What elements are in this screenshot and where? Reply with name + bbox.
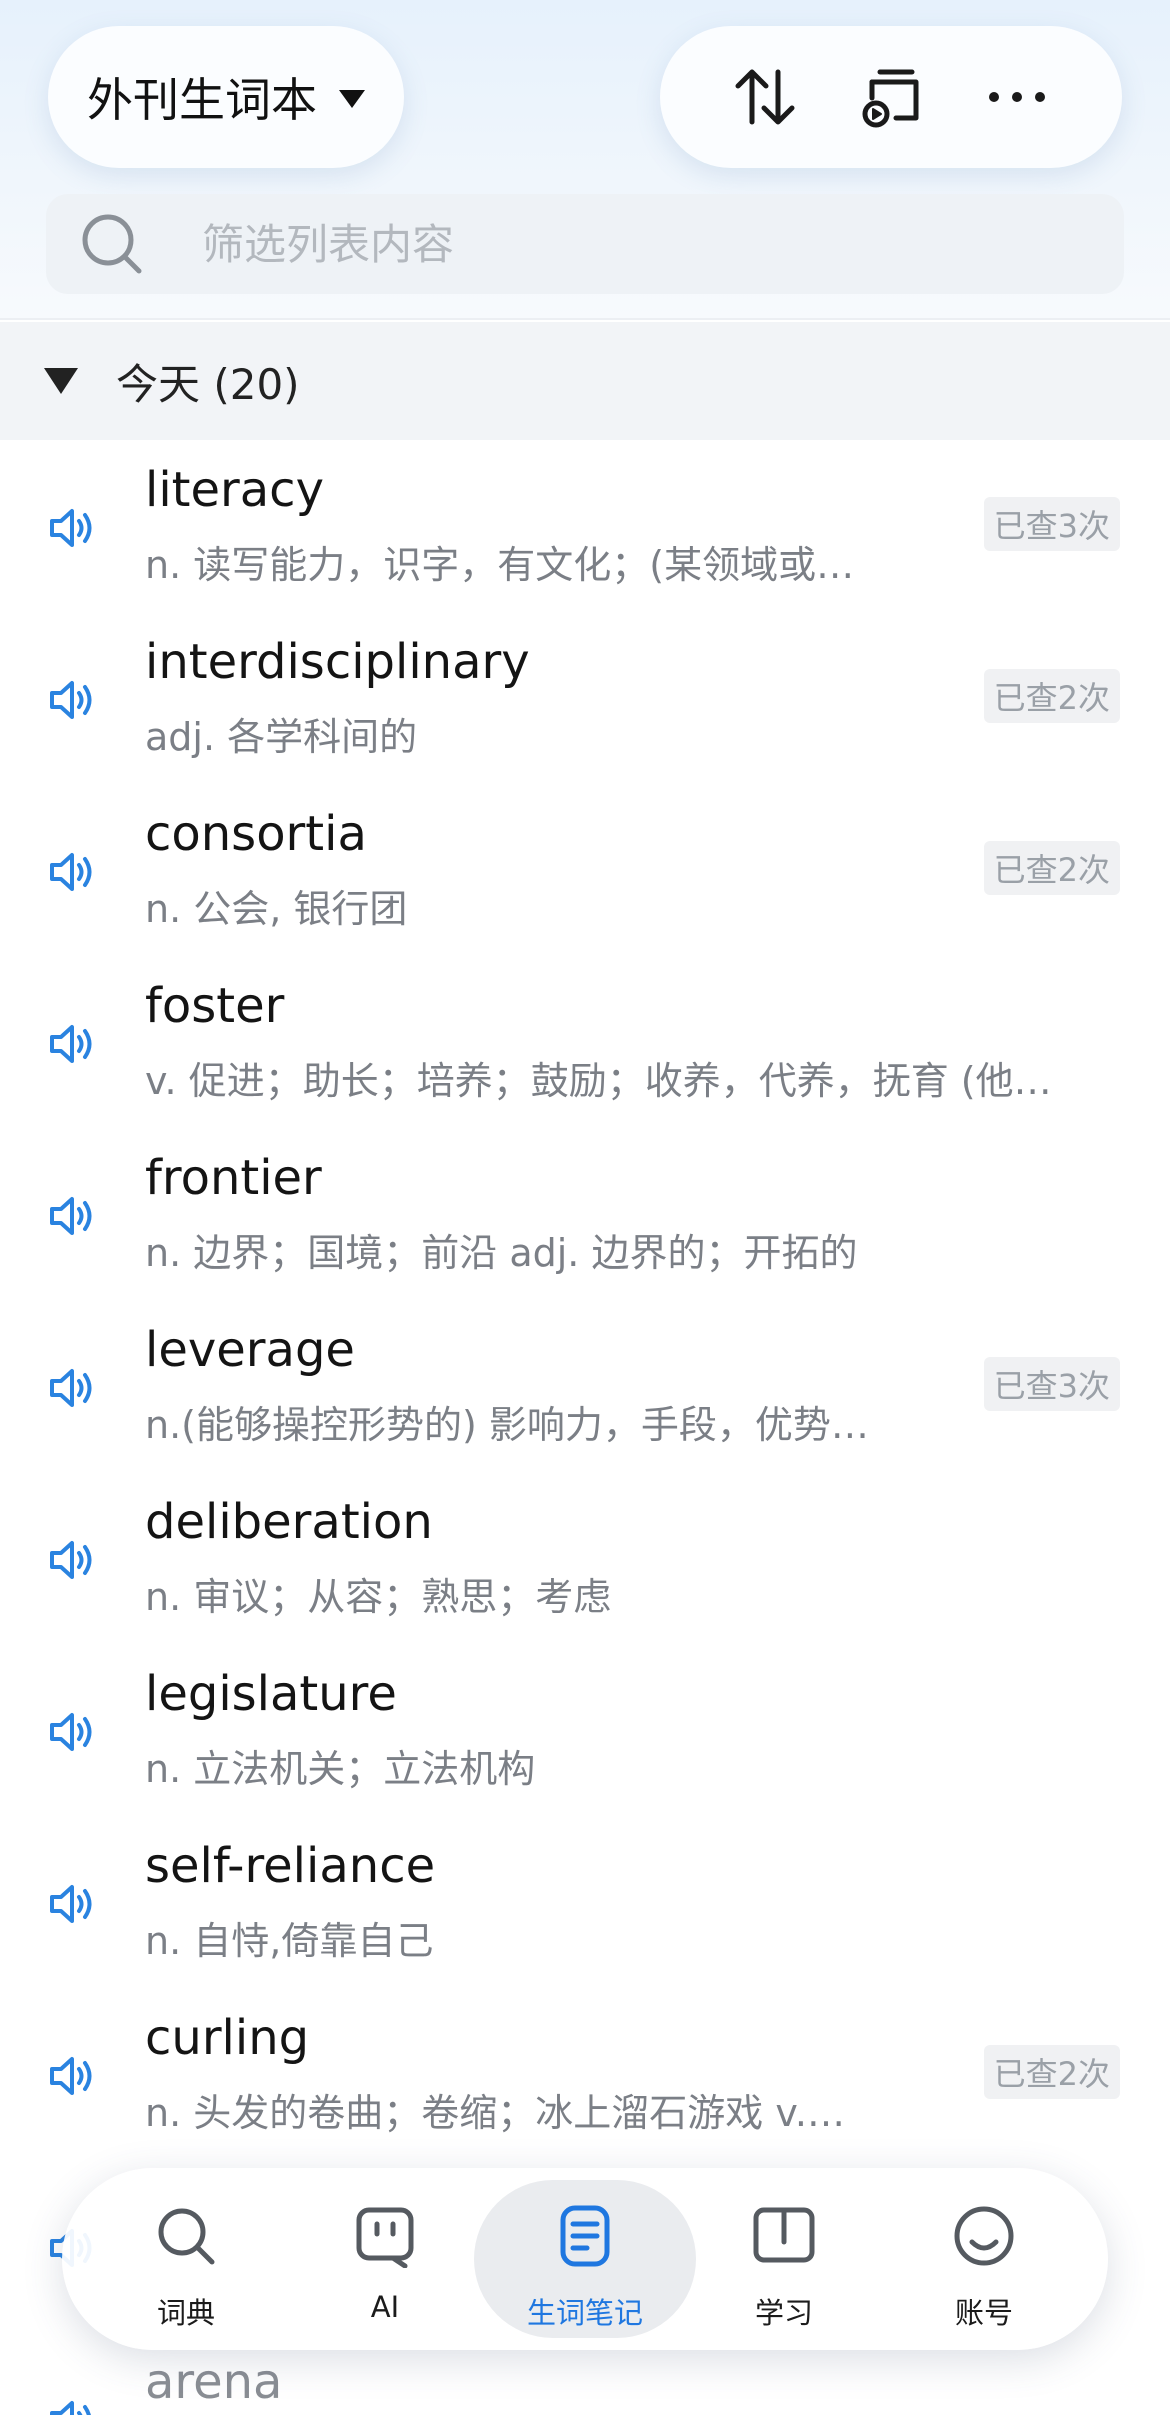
filter-input[interactable] <box>202 219 1102 269</box>
word-definition: n. 自恃,倚靠自己 <box>145 1919 434 1963</box>
word-definition: n. 边界；国境；前沿 adj. 边界的；开拓的 <box>145 1231 858 1275</box>
tab-label: AI <box>370 2290 400 2324</box>
word-row[interactable]: legislature n. 立法机关；立法机构 <box>0 1644 1170 1816</box>
date-group-header[interactable]: 今天 (20) <box>0 322 1170 440</box>
word-row[interactable]: deliberation n. 审议；从容；熟思；考虑 <box>0 1472 1170 1644</box>
word-text: literacy <box>145 462 324 518</box>
sort-button[interactable] <box>730 62 800 132</box>
wordbook-selector[interactable]: 外刊生词本 <box>48 26 404 168</box>
word-list: literacy n. 读写能力，识字，有文化；(某领域或… 已查3次 inte… <box>0 440 1170 2415</box>
bottom-tab-bar: 词典 AI 生词笔记 学习 账号 <box>62 2168 1108 2350</box>
word-definition: n. 头发的卷曲；卷缩；冰上溜石游戏 v.… <box>145 2091 845 2135</box>
speaker-icon[interactable] <box>46 1018 98 1070</box>
word-text: foster <box>145 978 285 1034</box>
search-icon <box>158 2208 215 2265</box>
speaker-icon[interactable] <box>46 846 98 898</box>
flashcard-play-button[interactable] <box>856 62 926 132</box>
word-text: deliberation <box>145 1494 433 1550</box>
word-text: frontier <box>145 1150 322 1206</box>
tab-label: 生词笔记 <box>526 2296 643 2330</box>
caret-down-icon <box>339 90 365 108</box>
tab-study[interactable]: 学习 <box>684 2168 884 2350</box>
lookup-count-badge: 已查2次 <box>983 669 1120 723</box>
word-row[interactable]: foster v. 促进；助长；培养；鼓励；收养，代养，抚育 (他… <box>0 956 1170 1128</box>
collapse-triangle-icon <box>44 368 78 394</box>
word-definition: n.(能够操控形势的) 影响力，手段，优势… <box>145 1403 869 1447</box>
speaker-icon[interactable] <box>46 1706 98 1758</box>
word-text: arena <box>145 2354 283 2410</box>
word-definition: n. 读写能力，识字，有文化；(某领域或… <box>145 543 855 587</box>
word-definition: n. 立法机关；立法机构 <box>145 1747 536 1791</box>
word-text: self-reliance <box>145 1838 436 1894</box>
speaker-icon[interactable] <box>46 502 98 554</box>
speaker-icon[interactable] <box>46 1878 98 1930</box>
search-icon <box>64 196 160 292</box>
speaker-icon[interactable] <box>46 1362 98 1414</box>
lookup-count-badge: 已查2次 <box>983 2045 1120 2099</box>
speaker-icon[interactable] <box>46 2050 98 2102</box>
speaker-icon[interactable] <box>46 1534 98 1586</box>
tab-wordnotes[interactable]: 生词笔记 <box>485 2168 685 2350</box>
tab-label: 账号 <box>954 2296 1013 2330</box>
word-definition: n. 审议；从容；熟思；考虑 <box>145 1575 612 1619</box>
word-text: interdisciplinary <box>145 634 530 690</box>
word-row[interactable]: literacy n. 读写能力，识字，有文化；(某领域或… 已查3次 <box>0 440 1170 612</box>
tab-account[interactable]: 账号 <box>884 2168 1084 2350</box>
word-row[interactable]: self-reliance n. 自恃,倚靠自己 <box>0 1816 1170 1988</box>
tab-dictionary[interactable]: 词典 <box>86 2168 286 2350</box>
speaker-icon[interactable] <box>46 1190 98 1242</box>
word-definition: n. 公会, 银行团 <box>145 887 408 931</box>
word-text: consortia <box>145 806 367 862</box>
word-row[interactable]: leverage n.(能够操控形势的) 影响力，手段，优势… 已查3次 <box>0 1300 1170 1472</box>
word-row[interactable]: frontier n. 边界；国境；前沿 adj. 边界的；开拓的 <box>0 1128 1170 1300</box>
speaker-icon[interactable] <box>46 2394 98 2415</box>
lookup-count-badge: 已查2次 <box>983 841 1120 895</box>
word-text: leverage <box>145 1322 355 1378</box>
word-definition: adj. 各学科间的 <box>145 715 418 759</box>
speaker-icon[interactable] <box>46 674 98 726</box>
lookup-count-badge: 已查3次 <box>983 497 1120 551</box>
smiley-icon <box>954 2206 1014 2266</box>
group-label: 今天 (20) <box>116 359 300 409</box>
word-row[interactable]: consortia n. 公会, 银行团 已查2次 <box>0 784 1170 956</box>
card-play-icon <box>862 69 919 128</box>
word-text: curling <box>145 2010 310 2066</box>
word-row[interactable]: curling n. 头发的卷曲；卷缩；冰上溜石游戏 v.… 已查2次 <box>0 1988 1170 2160</box>
action-group <box>660 26 1122 168</box>
filter-search-bar[interactable] <box>46 194 1124 294</box>
lookup-count-badge: 已查3次 <box>983 1357 1120 1411</box>
notebook-icon <box>560 2205 610 2267</box>
sort-arrows-icon <box>735 69 795 125</box>
tab-label: 词典 <box>156 2296 215 2330</box>
app-screen: 外刊生词本 筛选列表内容 今天 (20) literacy n. 读写能力，识字… <box>0 0 1170 2415</box>
tab-label: 学习 <box>754 2296 813 2330</box>
wordbook-title: 外刊生词本 <box>87 73 317 127</box>
more-dots-icon <box>989 92 1045 102</box>
ai-robot-icon <box>356 2207 414 2268</box>
word-row[interactable]: interdisciplinary adj. 各学科间的 已查2次 <box>0 612 1170 784</box>
tab-ai[interactable]: AI <box>285 2168 485 2350</box>
word-definition: v. 促进；助长；培养；鼓励；收养，代养，抚育 (他… <box>145 1059 1052 1103</box>
more-button[interactable] <box>982 62 1052 132</box>
open-book-icon <box>753 2207 815 2263</box>
word-text: legislature <box>145 1666 397 1722</box>
header: 外刊生词本 <box>0 0 1170 320</box>
